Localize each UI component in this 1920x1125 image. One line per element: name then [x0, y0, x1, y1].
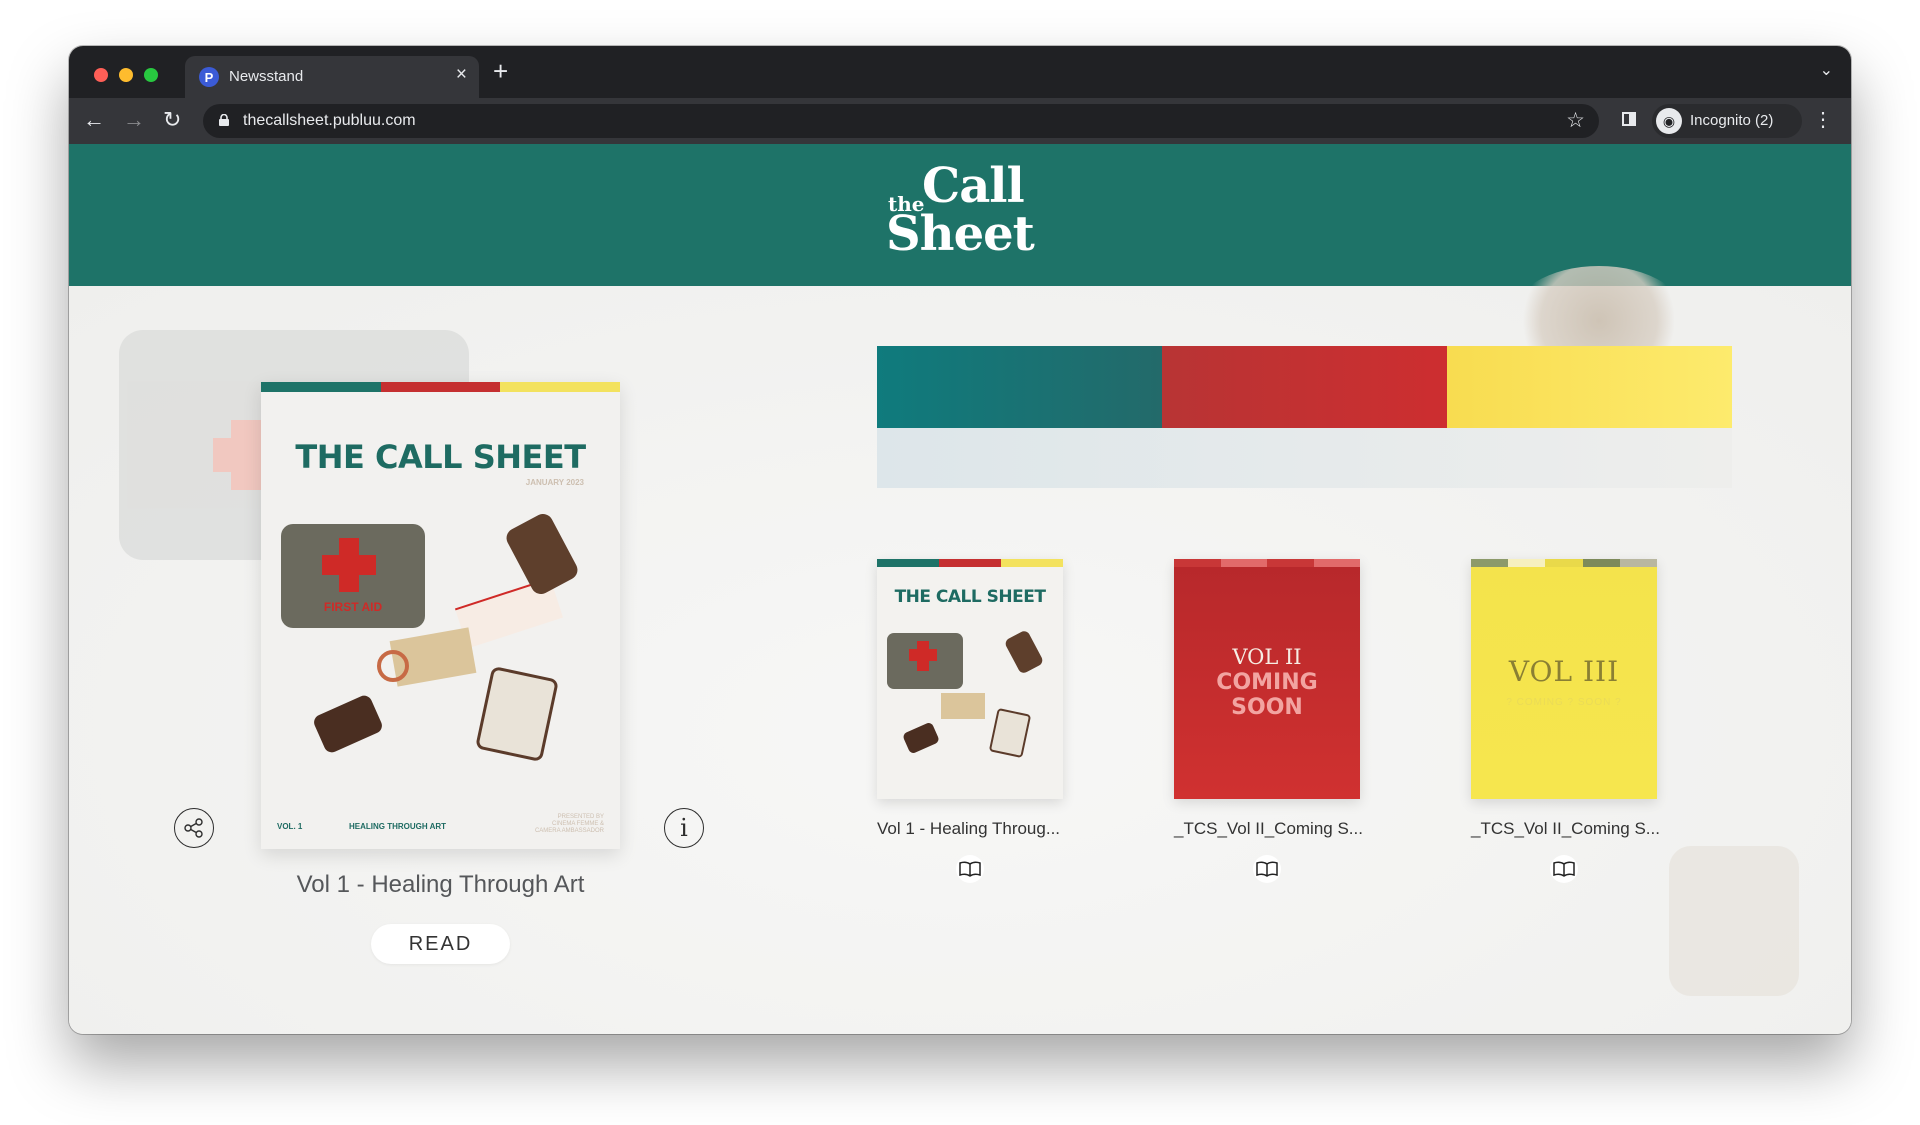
browser-toolbar: ← → ↻ thecallsheet.publuu.com ☆ ◉ Incogn… — [69, 98, 1851, 144]
reload-icon[interactable]: ↻ — [163, 107, 181, 133]
cover-date: JANUARY 2023 — [525, 478, 584, 487]
banner-color-strip — [877, 346, 1732, 428]
first-aid-tin-image: FIRST AID — [281, 524, 425, 628]
back-icon[interactable]: ← — [83, 107, 105, 133]
film-roll-image — [311, 693, 385, 755]
incognito-label: Incognito (2) — [1690, 112, 1774, 129]
thumb-bottle-image — [988, 707, 1032, 759]
featured-issue-title: Vol 1 - Healing Through Art — [296, 871, 585, 898]
incognito-icon: ◉ — [1656, 108, 1682, 134]
page-viewport: the Call Sheet THE CALL SHEET JANUARY 20… — [69, 144, 1851, 1034]
forward-icon[interactable]: → — [123, 107, 145, 133]
issue-title[interactable]: _TCS_Vol II_Coming S... — [1174, 819, 1363, 839]
read-button[interactable]: READ — [371, 924, 510, 964]
cover-color-stripe — [261, 382, 620, 392]
share-button[interactable] — [174, 808, 214, 848]
issue-title[interactable]: _TCS_Vol II_Coming S... — [1471, 819, 1660, 839]
red-cross-shape-bar — [322, 555, 376, 575]
thumb-vol: VOL II — [1232, 645, 1302, 669]
browser-window: P Newsstand × + ⌄ ← → ↻ thecallsheet.pub… — [69, 46, 1851, 1034]
thumb-gauze-image — [941, 693, 985, 719]
info-button[interactable]: i — [664, 808, 704, 848]
minimize-window-button[interactable] — [119, 68, 133, 82]
share-icon — [184, 818, 203, 838]
camera-lens-image — [503, 510, 581, 598]
thumb-heading: THE CALL SHEET — [894, 587, 1046, 607]
open-book-icon[interactable] — [1550, 855, 1578, 883]
cover-presented-by: PRESENTED BY CINEMA FEMME & CAMERA AMBAS… — [534, 814, 604, 834]
cover-vol: VOL. 1 — [277, 822, 303, 831]
address-bar[interactable]: thecallsheet.publuu.com ☆ — [203, 104, 1599, 138]
newsstand-content: THE CALL SHEET JANUARY 2023 FIRST AID VO… — [69, 266, 1851, 1034]
cover-footer: VOL. 1 HEALING THROUGH ART PRESENTED BY … — [261, 814, 620, 842]
open-book-icon[interactable] — [956, 855, 984, 883]
banner-yellow-segment — [1447, 346, 1732, 428]
featured-issue-cover[interactable]: THE CALL SHEET JANUARY 2023 FIRST AID VO… — [261, 382, 620, 849]
issue-card[interactable]: THE CALL SHEET Vol 1 - Healing Throug... — [877, 559, 1077, 883]
cover-heading: THE CALL SHEET — [295, 438, 586, 476]
publuu-favicon-icon: P — [199, 67, 219, 87]
thumb-film-roll-image — [901, 721, 941, 755]
menu-icon[interactable]: ⋮ — [1813, 107, 1833, 133]
thumb-color-stripe — [1471, 559, 1657, 567]
lock-icon — [219, 114, 229, 126]
issue-thumbnail[interactable]: THE CALL SHEET — [877, 559, 1063, 799]
tab-bar: P Newsstand × + ⌄ — [69, 46, 1851, 98]
scissors-image — [377, 650, 409, 682]
tab-title: Newsstand — [229, 68, 304, 85]
site-header: the Call Sheet — [69, 144, 1851, 286]
side-panel-icon[interactable] — [1622, 112, 1636, 126]
star-icon[interactable]: ☆ — [1566, 108, 1585, 133]
new-tab-icon[interactable]: + — [493, 58, 508, 84]
thumb-color-stripe — [877, 559, 1063, 567]
thumb-text: VOL II COMING SOON — [1174, 645, 1360, 720]
info-icon: i — [680, 814, 688, 842]
pill-bottle-image — [475, 665, 559, 763]
thumb-coming: COMING — [1216, 670, 1318, 695]
logo-sheet: Sheet — [886, 206, 1035, 262]
thumb-lens-image — [1003, 629, 1045, 675]
issue-title[interactable]: Vol 1 - Healing Throug... — [877, 819, 1063, 839]
background-bottle-image — [1669, 846, 1799, 996]
banner-red-segment — [1162, 346, 1447, 428]
thumb-vol: VOL III — [1508, 655, 1620, 688]
color-banner — [877, 346, 1732, 488]
banner-teal-segment — [877, 346, 1162, 428]
issue-thumbnail[interactable]: VOL II COMING SOON — [1174, 559, 1360, 799]
close-icon[interactable]: × — [456, 65, 467, 85]
banner-light-strip — [877, 428, 1732, 488]
maximize-window-button[interactable] — [144, 68, 158, 82]
close-window-button[interactable] — [94, 68, 108, 82]
issue-thumbnail[interactable]: VOL III ? COMING ? SOON ? — [1471, 559, 1657, 799]
issue-card[interactable]: VOL II COMING SOON _TCS_Vol II_Coming S.… — [1174, 559, 1374, 883]
incognito-indicator[interactable]: ◉ Incognito (2) — [1652, 104, 1802, 138]
thumb-subtitle: ? COMING ? SOON ? — [1506, 697, 1622, 708]
issue-card[interactable]: VOL III ? COMING ? SOON ? _TCS_Vol II_Co… — [1471, 559, 1671, 883]
chevron-down-icon[interactable]: ⌄ — [1820, 60, 1833, 80]
url-text: thecallsheet.publuu.com — [243, 112, 416, 129]
open-book-icon[interactable] — [1253, 855, 1281, 883]
thumb-color-stripe — [1174, 559, 1360, 567]
tin-label: FIRST AID — [323, 600, 383, 614]
thumb-tin-image — [887, 633, 963, 689]
the-call-sheet-logo[interactable]: the Call Sheet — [886, 158, 1036, 264]
background-cross-shape — [213, 420, 283, 490]
thumb-soon: SOON — [1231, 695, 1303, 720]
tab-newsstand[interactable]: P Newsstand × — [185, 56, 479, 98]
cover-tagline: HEALING THROUGH ART — [349, 822, 447, 831]
